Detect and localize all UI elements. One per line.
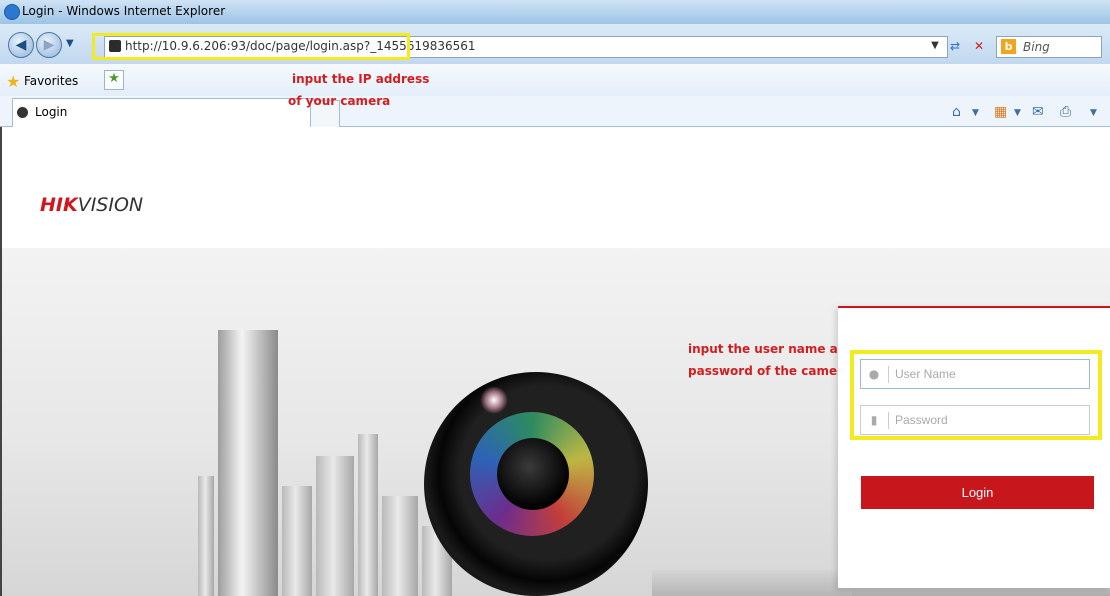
refresh-icon[interactable]: ⇄	[946, 36, 964, 56]
annotation-cred-line1: input the user name and	[688, 342, 855, 356]
ie-logo-icon	[4, 4, 20, 20]
add-favorite-icon[interactable]: ★	[104, 70, 124, 90]
bing-icon: b	[1001, 39, 1016, 54]
skyline-building	[382, 496, 418, 596]
stop-icon[interactable]: ✕	[970, 36, 988, 56]
annotation-cred-line2: password of the camera	[688, 364, 852, 378]
annotation-ip-line1: input the IP address	[292, 72, 430, 86]
skyline-building	[282, 486, 312, 596]
tab-page-icon	[17, 107, 28, 118]
login-panel	[838, 306, 1110, 588]
feeds-icon[interactable]: ▦	[994, 104, 1007, 120]
credentials-highlight-box	[850, 350, 1102, 440]
tab-label: Login	[35, 105, 68, 119]
address-dropdown-icon[interactable]: ▼	[928, 36, 942, 56]
lens-glare	[480, 386, 508, 414]
skyline-building	[358, 434, 378, 596]
hikvision-logo: HIKVISION	[40, 194, 144, 216]
search-provider-label: Bing	[1023, 40, 1050, 54]
mail-icon[interactable]: ✉	[1032, 104, 1044, 120]
favorites-label[interactable]: Favorites	[24, 74, 78, 88]
feeds-dropdown-icon[interactable]: ▼	[1014, 108, 1021, 118]
favorites-bar	[0, 64, 1110, 96]
history-dropdown-icon[interactable]: ▼	[66, 38, 74, 49]
print-icon[interactable]: ⎙	[1060, 104, 1071, 120]
skyline-building	[198, 476, 214, 596]
skyline-tower	[218, 330, 278, 596]
back-button[interactable]: ◀	[8, 32, 34, 58]
annotation-ip-line2: of your camera	[288, 94, 391, 108]
home-icon[interactable]: ⌂	[952, 104, 961, 120]
print-dropdown-icon[interactable]: ▼	[1090, 108, 1097, 118]
skyline-low-buildings	[652, 570, 852, 596]
lens-pupil	[497, 438, 569, 510]
skyline-building	[316, 456, 354, 596]
url-highlight-box	[92, 33, 410, 60]
window-title-bar: Login - Windows Internet Explorer	[0, 0, 1110, 25]
tab-login[interactable]: Login	[12, 98, 314, 127]
window-title: Login - Windows Internet Explorer	[22, 4, 226, 18]
forward-button[interactable]: ▶	[36, 32, 62, 58]
login-button[interactable]: Login	[861, 476, 1094, 509]
favorites-star-icon[interactable]: ★	[6, 72, 20, 91]
search-box[interactable]: b Bing	[996, 36, 1102, 58]
home-dropdown-icon[interactable]: ▼	[972, 108, 979, 118]
